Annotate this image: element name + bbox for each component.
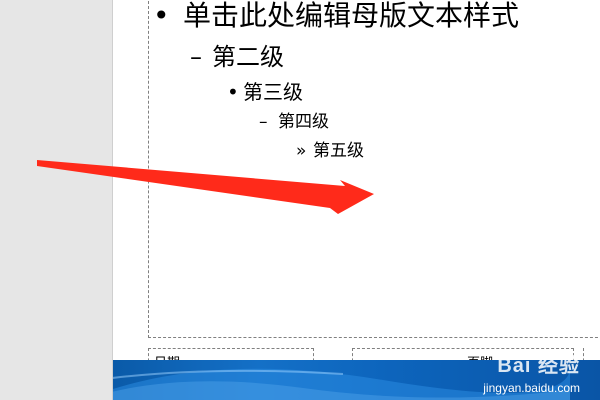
bullet-marker: – xyxy=(190,43,202,71)
bullet-marker: » xyxy=(296,141,307,161)
text-level-3[interactable]: • 第三级 xyxy=(227,82,303,102)
text-level-2[interactable]: – 第二级 xyxy=(190,45,284,69)
text-level-4[interactable]: – 第四级 xyxy=(259,114,329,131)
bullet-marker: • xyxy=(153,0,170,32)
watermark-url: jingyan.baidu.com xyxy=(483,381,580,395)
bullet-marker: – xyxy=(259,112,268,132)
baidu-logo: Bai 经验 xyxy=(497,355,580,377)
level-2-text: 第二级 xyxy=(212,43,284,71)
slide-master-canvas[interactable]: •单击此处编辑母版文本样式 –第二级 •第三级 –第四级 »第五级 日期 页脚 xyxy=(113,0,600,400)
level-1-text: 单击此处编辑母版文本样式 xyxy=(183,0,520,32)
baidu-jingyan-watermark: Bai 经验 jingyan.baidu.com xyxy=(483,349,580,395)
editor-workspace: •单击此处编辑母版文本样式 –第二级 •第三级 –第四级 »第五级 日期 页脚 xyxy=(0,0,600,400)
level-4-text: 第四级 xyxy=(278,112,329,132)
level-3-text: 第三级 xyxy=(243,80,303,104)
bullet-marker: • xyxy=(227,80,239,104)
level-5-text: 第五级 xyxy=(313,141,364,161)
text-level-1[interactable]: • 单击此处编辑母版文本样式 xyxy=(153,2,519,30)
text-level-5[interactable]: » 第五级 xyxy=(296,143,364,160)
